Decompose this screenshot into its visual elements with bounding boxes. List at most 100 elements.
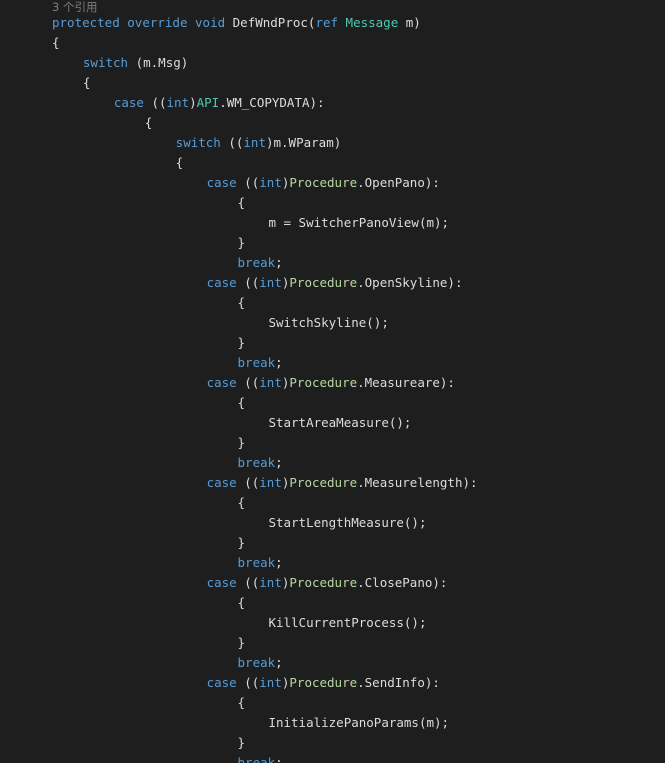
code-token-plain: {: [237, 495, 246, 510]
code-token-plain: StartLengthMeasure();: [268, 515, 427, 530]
code-line[interactable]: KillCurrentProcess();: [268, 613, 426, 633]
code-token-plain: .OpenPano):: [357, 175, 440, 190]
code-token-plain: {: [82, 75, 91, 90]
code-line[interactable]: break;: [238, 553, 283, 573]
code-token-plain: {: [52, 35, 60, 50]
code-token-enum: Procedure: [289, 575, 358, 590]
code-token-plain: {: [237, 395, 246, 410]
code-text-surface[interactable]: 3 个引用 protected override void DefWndProc(…: [0, 0, 665, 763]
code-token-plain: }: [237, 235, 246, 250]
code-token-kw: case: [206, 575, 237, 590]
code-token-plain: {: [175, 155, 184, 170]
code-line[interactable]: break;: [238, 353, 283, 373]
code-token-plain: .Measurelength):: [357, 475, 478, 490]
code-token-plain: }: [237, 435, 246, 450]
code-line[interactable]: {: [238, 693, 246, 713]
code-token-enum: Procedure: [289, 375, 358, 390]
code-token-plain: ;: [275, 455, 283, 470]
code-token-plain: ((: [236, 575, 260, 590]
code-line[interactable]: case ((int)Procedure.OpenPano):: [207, 173, 440, 193]
code-line[interactable]: {: [238, 493, 246, 513]
code-token-plain: {: [237, 295, 246, 310]
code-line[interactable]: case ((int)Procedure.OpenSkyline):: [207, 273, 463, 293]
code-line[interactable]: }: [238, 333, 246, 353]
code-token-plain: }: [237, 635, 246, 650]
code-token-plain: ): [189, 95, 197, 110]
code-token-kw: break: [237, 355, 276, 370]
code-line[interactable]: StartAreaMeasure();: [268, 413, 411, 433]
code-line[interactable]: case ((int)Procedure.Measurelength):: [207, 473, 478, 493]
code-token-plain: ;: [275, 655, 283, 670]
code-token-plain: SwitchSkyline();: [268, 315, 389, 330]
code-token-kw: break: [237, 255, 276, 270]
code-token-plain: .ClosePano):: [357, 575, 448, 590]
code-token-plain: ((: [236, 475, 260, 490]
code-token-plain: m = SwitcherPanoView(m);: [268, 215, 450, 230]
code-token-kw: int: [259, 475, 282, 490]
code-token-kw: int: [259, 175, 282, 190]
code-line[interactable]: case ((int)Procedure.SendInfo):: [207, 673, 440, 693]
code-token-kw: break: [237, 755, 276, 763]
code-line[interactable]: {: [238, 293, 246, 313]
code-line[interactable]: StartLengthMeasure();: [268, 513, 426, 533]
code-editor[interactable]: 3 个引用 protected override void DefWndProc(…: [0, 0, 665, 763]
code-line[interactable]: protected override void DefWndProc(ref M…: [52, 13, 421, 33]
code-token-kw: break: [237, 455, 276, 470]
code-token-plain: )m.WParam): [265, 135, 342, 150]
code-token-kw: switch: [175, 135, 221, 150]
code-token-kw: ref: [315, 15, 339, 30]
code-token-type: API: [196, 95, 220, 110]
code-token-plain: ((: [236, 175, 260, 190]
code-token-plain: (m.Msg): [128, 55, 189, 70]
code-line[interactable]: }: [238, 633, 246, 653]
code-token-plain: }: [237, 535, 246, 550]
code-line[interactable]: InitializePanoParams(m);: [268, 713, 449, 733]
code-token-enum: Procedure: [289, 275, 358, 290]
code-line[interactable]: {: [238, 593, 246, 613]
code-line[interactable]: {: [238, 393, 246, 413]
code-token-kw: protected: [52, 15, 120, 30]
code-token-plain: {: [144, 115, 153, 130]
code-line[interactable]: }: [238, 433, 246, 453]
code-line[interactable]: {: [52, 33, 60, 53]
code-line[interactable]: case ((int)API.WM_COPYDATA):: [114, 93, 325, 113]
code-token-plain: .SendInfo):: [357, 675, 440, 690]
code-line[interactable]: case ((int)Procedure.ClosePano):: [207, 573, 448, 593]
code-line[interactable]: break;: [238, 753, 283, 763]
code-token-kw: case: [113, 95, 144, 110]
code-token-plain: ;: [275, 355, 283, 370]
code-token-plain: DefWndProc(: [225, 15, 316, 30]
code-line[interactable]: }: [238, 233, 246, 253]
code-line[interactable]: break;: [238, 653, 283, 673]
code-token-plain: .Measureare):: [357, 375, 455, 390]
code-line[interactable]: break;: [238, 453, 283, 473]
code-line[interactable]: {: [145, 113, 153, 133]
code-token-type: Message: [345, 15, 399, 30]
code-line[interactable]: switch (m.Msg): [83, 53, 188, 73]
code-line[interactable]: SwitchSkyline();: [268, 313, 388, 333]
code-token-kw: void: [195, 15, 226, 30]
code-token-plain: .OpenSkyline):: [357, 275, 463, 290]
code-token-kw: override: [127, 15, 188, 30]
code-token-plain: InitializePanoParams(m);: [268, 715, 450, 730]
code-line[interactable]: m = SwitcherPanoView(m);: [268, 213, 449, 233]
code-token-kw: int: [259, 575, 282, 590]
code-token-plain: ((: [236, 675, 260, 690]
code-line[interactable]: switch ((int)m.WParam): [176, 133, 342, 153]
code-line[interactable]: }: [238, 733, 246, 753]
code-line[interactable]: {: [238, 193, 246, 213]
code-line[interactable]: case ((int)Procedure.Measureare):: [207, 373, 455, 393]
code-token-kw: int: [259, 675, 282, 690]
code-token-plain: ((: [143, 95, 167, 110]
code-line[interactable]: break;: [238, 253, 283, 273]
code-token-kw: case: [206, 475, 237, 490]
code-line[interactable]: {: [83, 73, 91, 93]
code-line[interactable]: }: [238, 533, 246, 553]
code-line[interactable]: {: [176, 153, 184, 173]
code-token-plain: {: [237, 695, 246, 710]
code-token-enum: Procedure: [289, 175, 358, 190]
code-token-plain: }: [237, 335, 246, 350]
code-token-plain: ((: [236, 275, 260, 290]
code-token-kw: case: [206, 375, 237, 390]
